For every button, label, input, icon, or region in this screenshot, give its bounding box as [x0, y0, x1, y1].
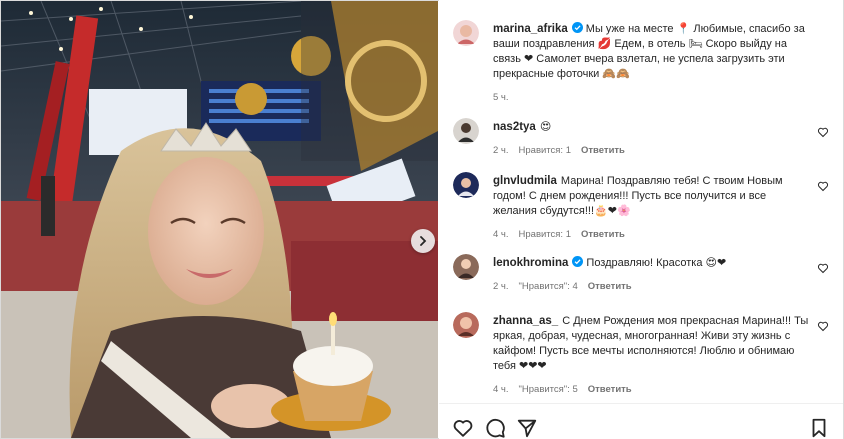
avatar-image	[453, 312, 479, 338]
verified-badge-icon	[571, 22, 583, 33]
caption-time[interactable]: 5 ч.	[493, 92, 509, 103]
avatar-image	[453, 118, 479, 144]
comments-list[interactable]: marina_afrika Мы уже на месте 📍 Любимые, …	[439, 8, 843, 403]
commenter-username[interactable]: zhanna_as_	[493, 315, 558, 327]
commenter-username[interactable]: lenokhromina	[493, 257, 568, 269]
avatar-image	[453, 254, 479, 280]
comment-text: Поздравляю! Красотка 😍❤	[586, 257, 727, 269]
heart-outline-icon[interactable]	[817, 180, 829, 192]
reply-button[interactable]: Ответить	[581, 145, 625, 156]
avatar-image	[453, 20, 479, 46]
reply-button[interactable]: Ответить	[588, 384, 632, 395]
chevron-right-icon	[420, 236, 427, 246]
comment-likes[interactable]: Нравится: 1	[519, 229, 571, 240]
commenter-username[interactable]: glnvludmila	[493, 175, 557, 187]
comment-likes[interactable]: "Нравится": 5	[519, 384, 578, 395]
heart-outline-icon[interactable]	[817, 320, 829, 332]
commenter-avatar[interactable]	[453, 312, 479, 338]
commenter-username[interactable]: nas2tya	[493, 121, 536, 133]
comment-time[interactable]: 4 ч.	[493, 229, 509, 240]
carousel-next-button[interactable]	[411, 229, 435, 253]
paper-plane-icon[interactable]	[516, 417, 538, 439]
heart-outline-icon[interactable]	[817, 126, 829, 138]
comment-likes[interactable]: Нравится: 1	[519, 145, 571, 156]
comment-time[interactable]: 2 ч.	[493, 145, 509, 156]
bookmark-icon[interactable]	[808, 417, 830, 439]
post-action-bar	[439, 403, 843, 439]
heart-outline-icon[interactable]	[817, 262, 829, 274]
author-avatar[interactable]	[453, 20, 479, 46]
reply-button[interactable]: Ответить	[588, 281, 632, 292]
verified-badge-icon	[572, 256, 584, 267]
heart-outline-icon[interactable]	[452, 417, 474, 439]
comment-time[interactable]: 2 ч.	[493, 281, 509, 292]
comment-text: 😍	[539, 121, 552, 133]
comment-time[interactable]: 4 ч.	[493, 384, 509, 395]
comment-bubble-icon[interactable]	[484, 417, 506, 439]
commenter-avatar[interactable]	[453, 118, 479, 144]
photo-illustration	[1, 1, 438, 438]
reply-button[interactable]: Ответить	[581, 229, 625, 240]
avatar-image	[453, 172, 479, 198]
comments-panel: marina_afrika Мы уже на месте 📍 Любимые, …	[439, 0, 843, 439]
post-photo[interactable]	[1, 1, 438, 438]
commenter-avatar[interactable]	[453, 172, 479, 198]
commenter-avatar[interactable]	[453, 254, 479, 280]
author-username[interactable]: marina_afrika	[493, 23, 568, 35]
comment-likes[interactable]: "Нравится": 4	[519, 281, 578, 292]
